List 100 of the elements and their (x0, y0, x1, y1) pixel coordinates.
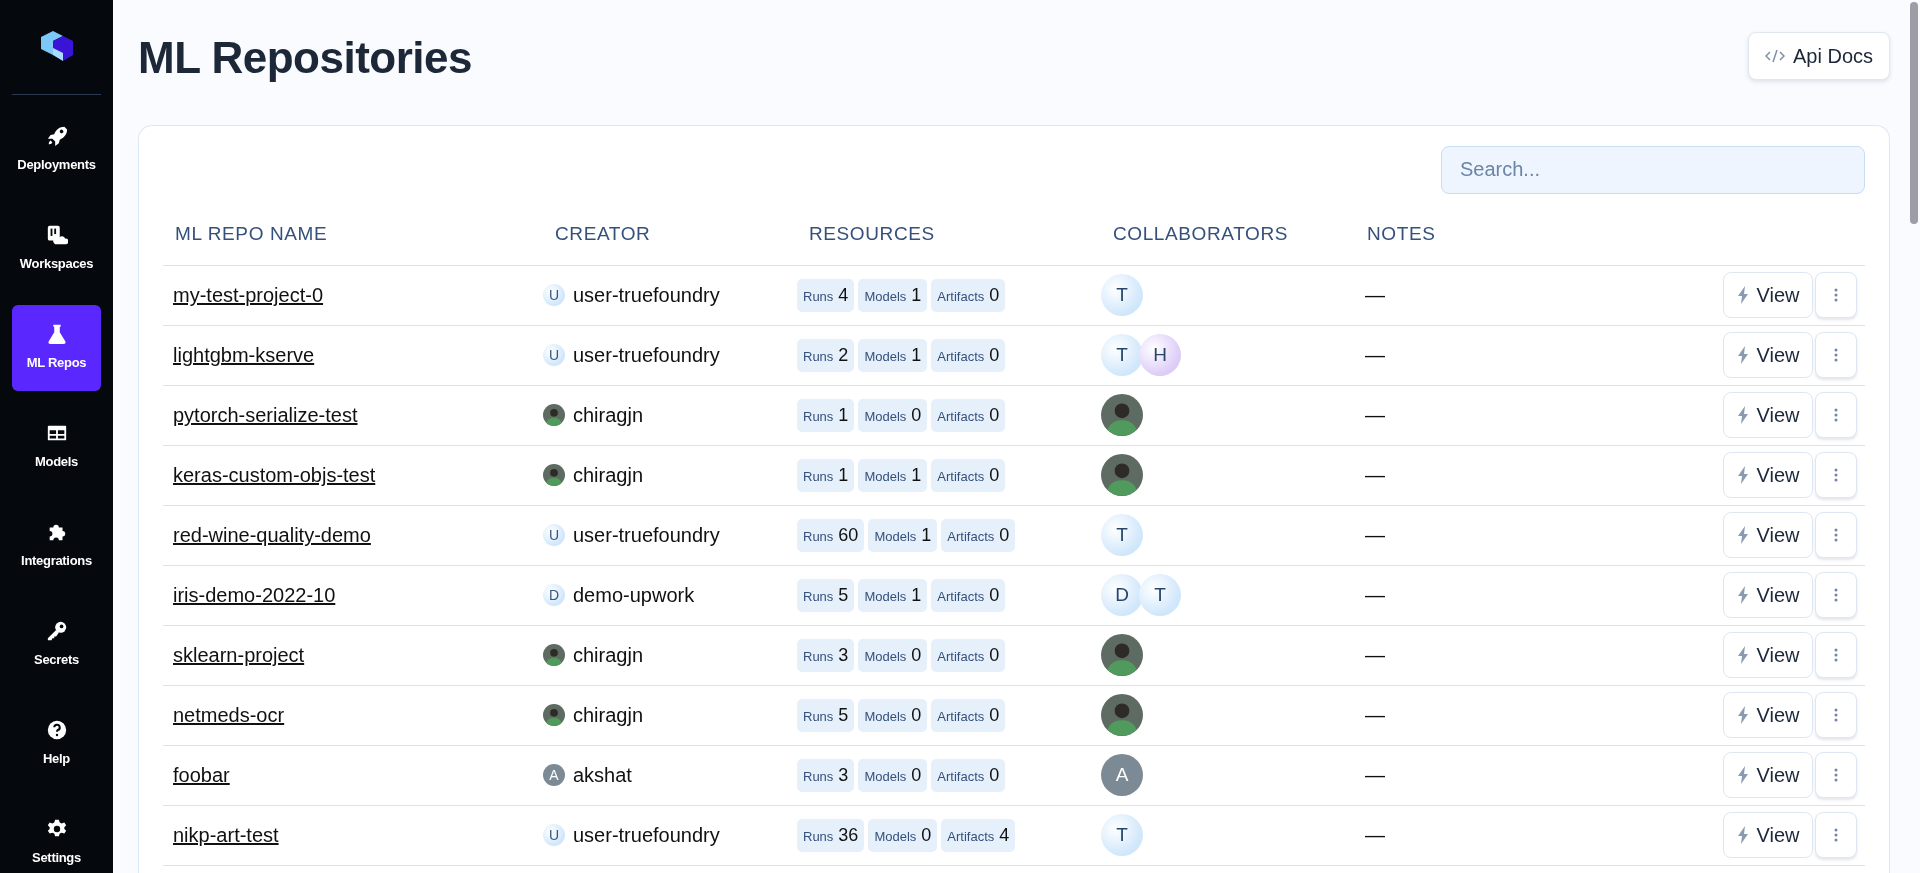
more-icon (1834, 408, 1838, 423)
resource-tag: Artifacts 0 (931, 758, 1006, 792)
sidebar-item[interactable]: Integrations (12, 503, 101, 589)
column-header: CREATOR (554, 222, 652, 247)
notes-text: — (1364, 643, 1386, 669)
view-button[interactable]: View (1723, 632, 1813, 679)
resource-tag: Runs 1 (797, 398, 855, 432)
view-button[interactable]: View (1723, 572, 1813, 619)
repo-link[interactable]: nikp-art-test (163, 824, 279, 847)
resource-tag: Models 1 (858, 338, 928, 372)
more-button[interactable] (1815, 632, 1857, 679)
sidebar-item[interactable]: Secrets (12, 602, 101, 688)
sidebar-item[interactable]: Help (12, 701, 101, 787)
resource-tag: Models 0 (858, 638, 928, 672)
resource-tag: Models 0 (868, 818, 938, 852)
scrollbar-thumb[interactable] (1910, 2, 1918, 224)
view-button[interactable]: View (1723, 332, 1813, 379)
avatar-icon (543, 644, 565, 667)
api-docs-button[interactable]: Api Docs (1747, 32, 1890, 80)
view-button[interactable]: View (1723, 812, 1813, 859)
avatar: H (1139, 334, 1181, 377)
view-button[interactable]: View (1723, 692, 1813, 739)
repo-link[interactable]: my-test-project-0 (163, 284, 324, 307)
avatar: T (1101, 274, 1143, 317)
lightning-icon (1736, 646, 1749, 665)
repo-link[interactable]: iris-demo-2022-10 (163, 584, 336, 607)
lightning-icon (1736, 406, 1749, 425)
sidebar-item[interactable]: Deployments (12, 107, 101, 193)
resource-tag: Runs 2 (797, 338, 855, 372)
creator-name: chiragjn (573, 403, 644, 429)
workspace-icon (45, 224, 68, 247)
more-button[interactable] (1815, 692, 1857, 739)
more-button[interactable] (1815, 572, 1857, 619)
repo-link[interactable]: keras-custom-objs-test (163, 464, 376, 487)
view-button[interactable]: View (1723, 752, 1813, 799)
avatar: U (543, 524, 565, 547)
lightning-icon (1736, 706, 1749, 725)
view-button[interactable]: View (1723, 392, 1813, 439)
repo-link[interactable]: foobar (163, 764, 230, 787)
avatar-icon (543, 404, 565, 427)
creator-name: chiragjn (573, 463, 644, 489)
help-icon (45, 719, 68, 742)
more-button[interactable] (1815, 392, 1857, 439)
repo-link[interactable]: lightgbm-kserve (163, 344, 315, 367)
more-icon (1834, 768, 1838, 783)
more-icon (1834, 468, 1838, 483)
sidebar-item[interactable]: Workspaces (12, 206, 101, 292)
repo-link[interactable]: netmeds-ocr (163, 704, 285, 727)
resource-tag: Artifacts 0 (931, 578, 1006, 612)
avatar-icon (1101, 694, 1143, 737)
more-button[interactable] (1815, 752, 1857, 799)
resource-tag: Runs 5 (797, 698, 855, 732)
view-button[interactable]: View (1723, 272, 1813, 319)
resource-tag: Models 0 (858, 698, 928, 732)
notes-text: — (1364, 823, 1386, 849)
repo-link[interactable]: pytorch-serialize-test (163, 404, 358, 427)
creator-name: user-truefoundry (573, 823, 720, 849)
resource-tag: Artifacts 0 (931, 458, 1006, 492)
repo-link[interactable]: sklearn-project (163, 644, 305, 667)
notes-text: — (1364, 283, 1386, 309)
column-header: NOTES (1366, 222, 1437, 247)
search-field[interactable]: Search... (1441, 145, 1865, 194)
avatar-icon (1101, 454, 1143, 497)
creator-name: chiragjn (573, 703, 644, 729)
lightning-icon (1736, 586, 1749, 605)
notes-text: — (1364, 463, 1386, 489)
resource-tag: Models 1 (858, 278, 928, 312)
creator-name: user-truefoundry (573, 343, 720, 369)
creator-name: user-truefoundry (573, 283, 720, 309)
view-button[interactable]: View (1723, 452, 1813, 499)
more-button[interactable] (1815, 332, 1857, 379)
sidebar-item[interactable]: Settings (12, 800, 101, 873)
resource-tag: Artifacts 0 (941, 518, 1016, 552)
repo-link[interactable]: red-wine-quality-demo (163, 524, 371, 547)
resource-tag: Artifacts 0 (931, 398, 1006, 432)
view-button[interactable]: View (1723, 512, 1813, 559)
column-header: RESOURCES (808, 222, 936, 247)
code-icon (1764, 48, 1785, 64)
avatar-icon (1101, 394, 1143, 437)
sidebar-item[interactable]: Models (12, 404, 101, 490)
avatar: D (1101, 574, 1143, 617)
resource-tag: Models 0 (858, 398, 928, 432)
avatar: T (1101, 814, 1143, 857)
column-header: ML REPO NAME (174, 222, 329, 247)
avatar: D (543, 584, 565, 607)
lightning-icon (1736, 466, 1749, 485)
avatar-icon (1101, 634, 1143, 677)
avatar: T (1101, 514, 1143, 557)
more-icon (1834, 648, 1838, 663)
more-button[interactable] (1815, 512, 1857, 559)
resource-tag: Runs 1 (797, 458, 855, 492)
more-button[interactable] (1815, 452, 1857, 499)
resource-tag: Runs 5 (797, 578, 855, 612)
avatar: U (543, 284, 565, 307)
sidebar-item[interactable]: ML Repos (12, 305, 101, 391)
more-icon (1834, 528, 1838, 543)
more-icon (1834, 828, 1838, 843)
resource-tag: Runs 3 (797, 758, 855, 792)
more-button[interactable] (1815, 812, 1857, 859)
more-button[interactable] (1815, 272, 1857, 319)
